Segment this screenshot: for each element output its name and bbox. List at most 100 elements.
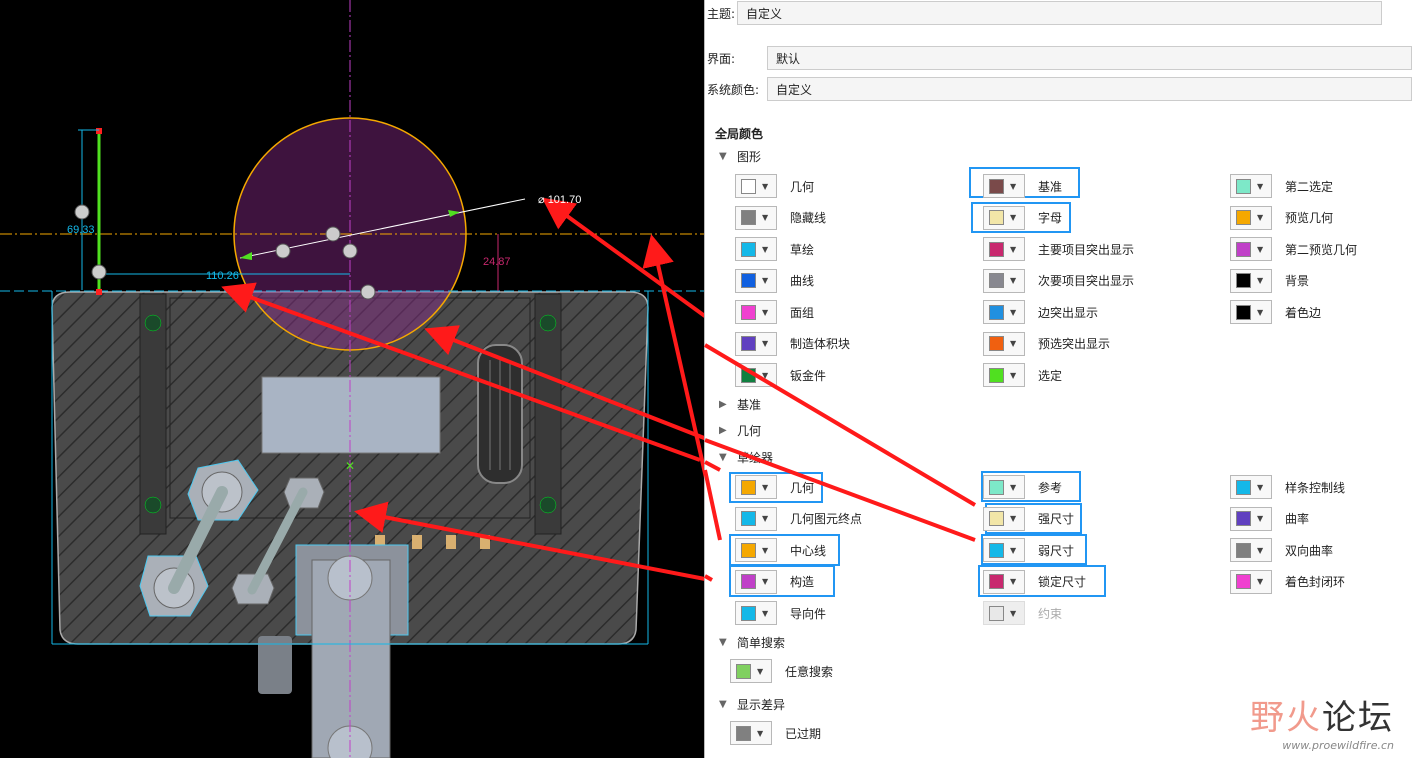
color-option: ▼ 隐藏线 — [735, 204, 826, 232]
color-picker-button[interactable]: ▼ — [1230, 538, 1272, 562]
color-picker-button: ▼ — [983, 601, 1025, 625]
expanded-triangle-icon: ▼ — [719, 151, 727, 162]
color-option-label: 草绘 — [790, 242, 815, 257]
color-option: ▼ 曲线 — [735, 267, 814, 295]
color-picker-button[interactable]: ▼ — [1230, 506, 1272, 531]
color-swatch — [989, 241, 1004, 257]
color-picker-button[interactable]: ▼ — [983, 363, 1025, 387]
color-swatch — [1236, 479, 1251, 495]
color-picker-button[interactable]: ▼ — [735, 237, 777, 261]
color-option: ▼ 几何 — [735, 473, 814, 501]
color-swatch — [741, 605, 756, 621]
dim-vertical-left: 69.33 — [67, 224, 95, 236]
color-option: ▼ 强尺寸 — [983, 505, 1074, 533]
color-option-label: 主要项目突出显示 — [1038, 242, 1135, 257]
dropdown-arrow-icon: ▼ — [1010, 181, 1017, 191]
color-option: ▼ 基准 — [983, 172, 1062, 200]
system-color-select[interactable]: 自定义 — [767, 77, 1412, 101]
dropdown-arrow-icon: ▼ — [762, 482, 769, 492]
color-picker-button[interactable]: ▼ — [735, 174, 777, 198]
dropdown-arrow-icon: ▼ — [1010, 276, 1017, 285]
color-option-label: 几何图元终点 — [790, 512, 863, 526]
dropdown-arrow-icon: ▼ — [762, 276, 769, 285]
section-sketcher[interactable]: ▼ 草绘器 — [719, 449, 773, 466]
color-option-label: 选定 — [1038, 368, 1063, 383]
color-picker-button[interactable]: ▼ — [730, 721, 772, 745]
color-swatch — [741, 367, 756, 383]
color-option: ▼ 预览几何 — [1230, 204, 1333, 232]
color-picker-button[interactable]: ▼ — [983, 268, 1025, 293]
section-geometry-label: 几何 — [737, 424, 762, 438]
color-picker-button[interactable]: ▼ — [983, 506, 1025, 531]
watermark: 野火论坛 www.proewildfire.cn — [1250, 690, 1394, 752]
color-picker-button[interactable]: ▼ — [1230, 205, 1272, 230]
color-option: ▼ 样条控制线 — [1230, 473, 1345, 501]
color-picker-button[interactable]: ▼ — [983, 331, 1025, 356]
color-picker-button[interactable]: ▼ — [983, 569, 1025, 594]
color-option: ▼ 曲率 — [1230, 505, 1309, 533]
color-swatch — [1236, 304, 1251, 320]
color-option: ▼ 构造 — [735, 568, 814, 596]
color-option-label: 几何 — [790, 179, 815, 194]
color-option: ▼ 已过期 — [730, 719, 821, 747]
color-option-label: 基准 — [1038, 179, 1063, 194]
color-picker-button[interactable]: ▼ — [1230, 268, 1272, 293]
color-swatch — [741, 241, 756, 257]
cad-viewport[interactable]: ✕ ⌀ 101.70 110.26 69.33 24.87 — [0, 0, 704, 758]
system-color-row: 系统颜色: 自定义 — [705, 76, 1412, 102]
color-picker-button[interactable]: ▼ — [735, 569, 777, 594]
color-picker-button[interactable]: ▼ — [735, 331, 777, 356]
section-show-diff[interactable]: ▼ 显示差异 — [719, 696, 785, 713]
color-picker-button[interactable]: ▼ — [735, 538, 777, 562]
color-picker-button[interactable]: ▼ — [983, 237, 1025, 261]
color-option: ▼ 着色封闭环 — [1230, 568, 1345, 596]
color-picker-button[interactable]: ▼ — [735, 506, 777, 531]
color-picker-button[interactable]: ▼ — [1230, 237, 1272, 261]
color-picker-button[interactable]: ▼ — [1230, 300, 1272, 324]
color-picker-button[interactable]: ▼ — [735, 205, 777, 230]
color-picker-button[interactable]: ▼ — [735, 300, 777, 324]
color-swatch — [989, 542, 1004, 558]
color-picker-button[interactable]: ▼ — [983, 475, 1025, 499]
color-picker-button[interactable]: ▼ — [983, 174, 1025, 198]
color-picker-button[interactable]: ▼ — [1230, 569, 1272, 594]
color-swatch — [741, 304, 756, 320]
display-window — [261, 376, 441, 454]
color-option: ▼ 第二选定 — [1230, 172, 1333, 200]
ui-select[interactable]: 默认 — [767, 46, 1412, 70]
section-graphics[interactable]: ▼ 图形 — [719, 148, 761, 165]
color-picker-button[interactable]: ▼ — [730, 659, 772, 683]
color-picker-button[interactable]: ▼ — [983, 300, 1025, 324]
color-picker-button[interactable]: ▼ — [983, 538, 1025, 562]
color-option-label: 强尺寸 — [1038, 512, 1075, 526]
color-option-label: 制造体积块 — [790, 337, 851, 351]
color-option-label: 导向件 — [790, 606, 827, 621]
color-picker-button[interactable]: ▼ — [735, 363, 777, 387]
color-option: ▼ 参考 — [983, 473, 1062, 501]
dropdown-arrow-icon: ▼ — [1257, 181, 1264, 191]
section-simple-search[interactable]: ▼ 简单搜索 — [719, 634, 785, 651]
color-option-label: 背景 — [1285, 274, 1310, 288]
color-option-label: 字母 — [1038, 211, 1063, 225]
color-picker-button[interactable]: ▼ — [735, 268, 777, 293]
theme-row: 主题: 自定义 — [705, 0, 1382, 26]
theme-select[interactable]: 自定义 — [737, 1, 1382, 25]
color-swatch — [1236, 210, 1251, 225]
section-geometry[interactable]: ▶ 几何 — [719, 422, 761, 439]
color-swatch — [1236, 178, 1251, 194]
color-swatch — [736, 663, 751, 679]
section-datum[interactable]: ▶ 基准 — [719, 396, 761, 413]
color-option-label: 面组 — [790, 305, 815, 320]
color-option: ▼ 草绘 — [735, 235, 814, 263]
color-option: ▼ 几何图元终点 — [735, 505, 862, 533]
color-picker-button[interactable]: ▼ — [983, 205, 1025, 230]
color-option-label: 参考 — [1038, 480, 1063, 495]
color-picker-button[interactable]: ▼ — [735, 601, 777, 625]
color-option: ▼ 第二预览几何 — [1230, 235, 1357, 263]
ui-label: 界面: — [707, 51, 736, 66]
dropdown-arrow-icon: ▼ — [762, 213, 769, 222]
color-option-label: 任意搜索 — [785, 664, 834, 679]
color-picker-button[interactable]: ▼ — [1230, 475, 1272, 499]
color-picker-button[interactable]: ▼ — [1230, 174, 1272, 198]
color-picker-button[interactable]: ▼ — [735, 475, 777, 499]
